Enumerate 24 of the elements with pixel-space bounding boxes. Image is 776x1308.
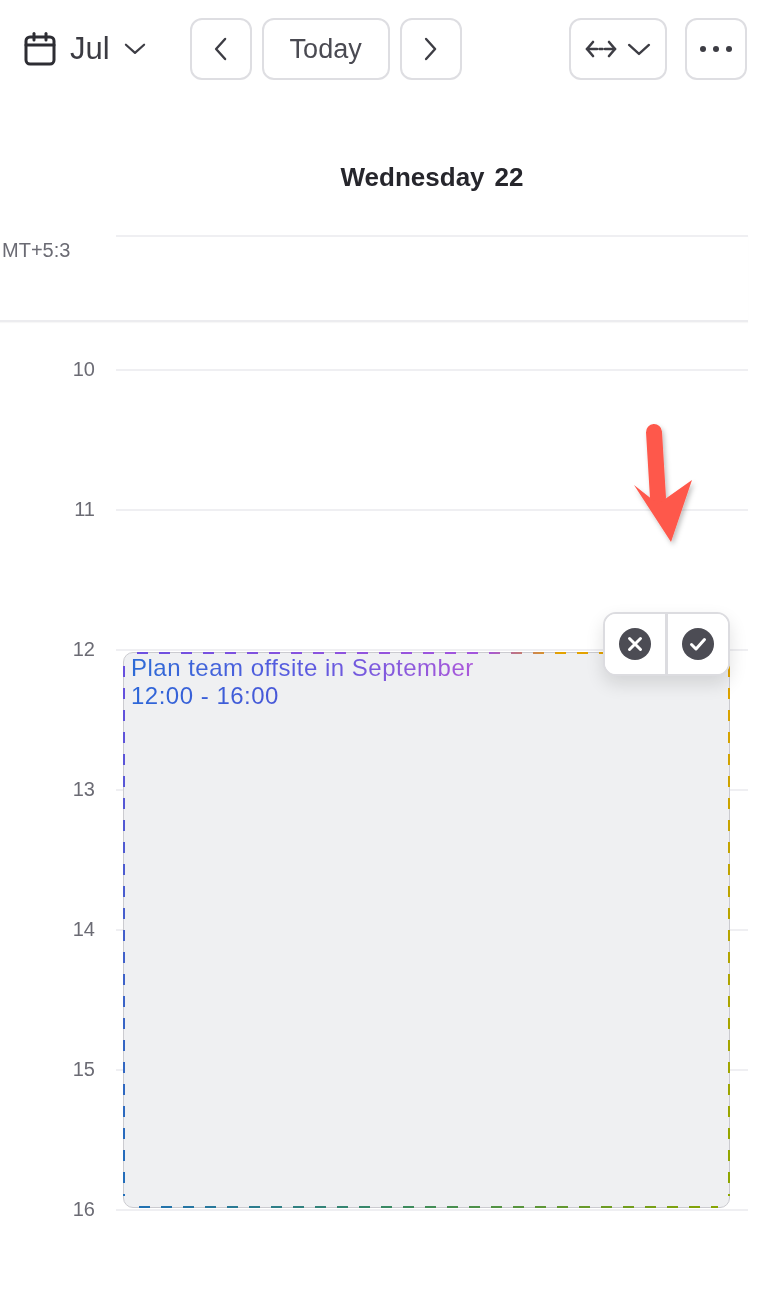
hour-label: 13 bbox=[72, 777, 95, 801]
more-button[interactable] bbox=[685, 18, 747, 80]
confirm-button[interactable] bbox=[668, 614, 728, 674]
month-button[interactable]: Jul bbox=[24, 18, 146, 80]
discard-button[interactable] bbox=[605, 614, 668, 674]
hour-label: 11 bbox=[74, 497, 95, 521]
chevron-down-icon bbox=[627, 41, 651, 57]
chevron-down-icon bbox=[123, 42, 146, 56]
check-icon bbox=[682, 628, 714, 660]
today-button[interactable]: Today bbox=[261, 18, 390, 80]
hour-label: 10 bbox=[72, 357, 95, 381]
hour-label: 15 bbox=[72, 1057, 95, 1081]
timezone-label: MT+5:3 bbox=[1, 238, 71, 262]
close-icon bbox=[619, 628, 651, 660]
more-icon bbox=[700, 46, 732, 52]
event-card[interactable]: Plan team offsite in September 12:00 - 16:00 bbox=[123, 652, 730, 1208]
chevron-right-icon bbox=[424, 37, 438, 61]
view-width-button[interactable] bbox=[569, 18, 667, 80]
hour-label: 12 bbox=[72, 637, 95, 661]
hour-label: 14 bbox=[72, 917, 95, 941]
chevron-left-icon bbox=[214, 37, 228, 61]
calendar-icon bbox=[24, 32, 56, 66]
hour-label: 16 bbox=[72, 1197, 95, 1221]
day-heading: Wednesday 22 bbox=[340, 161, 524, 194]
